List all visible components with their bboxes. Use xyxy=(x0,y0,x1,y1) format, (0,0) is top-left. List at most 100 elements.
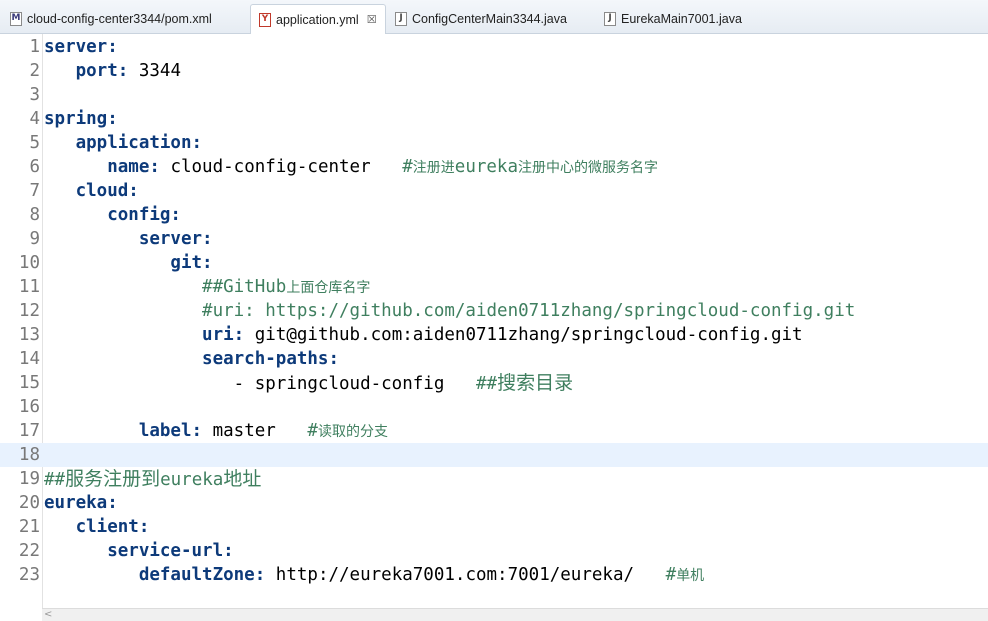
tab-eurekamain7001-java[interactable]: J EurekaMain7001.java xyxy=(596,5,776,32)
yaml-comment: #单机 xyxy=(665,565,705,585)
line-number: 5 xyxy=(29,133,40,153)
tab-configcentermain3344-java[interactable]: J ConfigCenterMain3344.java xyxy=(387,5,597,32)
yaml-key: client: xyxy=(44,517,150,537)
yaml-comment: ##搜索目录 xyxy=(475,372,574,394)
code-line[interactable]: 20 eureka: xyxy=(0,491,988,515)
line-number: 18 xyxy=(18,445,40,465)
line-number: 13 xyxy=(18,325,40,345)
yaml-key: name: xyxy=(44,157,160,177)
code-line[interactable]: 4 spring: xyxy=(0,107,988,131)
tab-application-yml[interactable]: Y application.yml ☒ xyxy=(250,4,386,34)
scroll-left-icon[interactable]: < xyxy=(44,609,52,620)
yaml-key: port: xyxy=(44,61,129,81)
code-text: git: xyxy=(44,251,212,275)
code-text: spring: xyxy=(44,107,118,131)
code-text: port: 3344 xyxy=(44,59,181,83)
yaml-key: service-url: xyxy=(44,541,234,561)
code-line[interactable]: 8 config: xyxy=(0,203,988,227)
code-text: cloud: xyxy=(44,179,139,203)
line-number: 15 xyxy=(18,373,40,393)
code-text: server: xyxy=(44,35,118,59)
yaml-key: server: xyxy=(44,37,118,57)
yaml-key: application: xyxy=(44,133,203,153)
line-number: 16 xyxy=(18,397,40,417)
yaml-key: label: xyxy=(44,421,203,441)
code-line[interactable]: 10 git: xyxy=(0,251,988,275)
yaml-comment: #注册进eureka注册中心的微服务名字 xyxy=(402,157,658,177)
line-number: 12 xyxy=(18,301,40,321)
code-line[interactable]: 21 client: xyxy=(0,515,988,539)
horizontal-scrollbar[interactable]: < xyxy=(42,608,988,621)
code-line[interactable]: 19 ##服务注册到eureka地址 xyxy=(0,467,988,491)
editor-tab-bar: M cloud-config-center3344/pom.xml Y appl… xyxy=(0,0,988,34)
java-file-icon: J xyxy=(604,11,616,26)
maven-file-icon: M xyxy=(10,11,22,26)
code-editor[interactable]: 1 server: 2 port: 3344 3 4 spring: 5 applicati… xyxy=(0,34,988,608)
line-number: 14 xyxy=(18,349,40,369)
code-line[interactable]: 14 search-paths: xyxy=(0,347,988,371)
code-text: server: xyxy=(44,227,213,251)
tab-label: application.yml xyxy=(276,12,359,27)
tab-label: EurekaMain7001.java xyxy=(621,11,742,26)
code-line[interactable]: 2 port: 3344 xyxy=(0,59,988,83)
yaml-key: uri: xyxy=(44,325,245,345)
code-line[interactable]: 11 ##GitHub上面仓库名字 xyxy=(0,275,988,299)
code-line[interactable]: 13 uri: git@github.com:aiden0711zhang/sp… xyxy=(0,323,988,347)
code-line[interactable]: 6 name: cloud-config-center #注册进eureka注册… xyxy=(0,155,988,179)
line-number: 4 xyxy=(29,109,40,129)
yaml-key: spring: xyxy=(44,109,118,129)
line-number: 21 xyxy=(18,517,40,537)
code-text: application: xyxy=(44,131,202,155)
tab-label: cloud-config-center3344/pom.xml xyxy=(27,11,212,26)
gutter-corner xyxy=(0,608,42,621)
code-text: - springcloud-config ##搜索目录 xyxy=(44,371,573,396)
code-line[interactable]: 3 xyxy=(0,83,988,107)
yaml-key: defaultZone: xyxy=(44,565,266,585)
code-line[interactable]: 5 application: xyxy=(0,131,988,155)
line-number: 10 xyxy=(18,253,40,273)
line-number: 6 xyxy=(29,157,40,177)
yaml-comment: ##GitHub上面仓库名字 xyxy=(44,277,371,297)
code-line[interactable]: 17 label: master #读取的分支 xyxy=(0,419,988,443)
line-number: 19 xyxy=(18,469,40,489)
code-text: client: xyxy=(44,515,150,539)
code-text: config: xyxy=(44,203,181,227)
yaml-comment: ##服务注册到eureka地址 xyxy=(44,468,262,490)
code-line[interactable]: 22 service-url: xyxy=(0,539,988,563)
tab-pom-xml[interactable]: M cloud-config-center3344/pom.xml xyxy=(2,5,250,32)
yaml-value: http://eureka7001.com:7001/eureka/ xyxy=(265,565,635,585)
code-line[interactable]: 9 server: xyxy=(0,227,988,251)
code-line[interactable]: 18 xyxy=(0,443,988,467)
line-number: 2 xyxy=(29,61,40,81)
line-number: 22 xyxy=(18,541,40,561)
java-file-icon: J xyxy=(395,11,407,26)
code-line[interactable]: 1 server: xyxy=(0,35,988,59)
yaml-file-icon: Y xyxy=(259,12,271,27)
line-number: 8 xyxy=(29,205,40,225)
line-number: 7 xyxy=(29,181,40,201)
code-line[interactable]: 23 defaultZone: http://eureka7001.com:70… xyxy=(0,563,988,587)
yaml-comment: #读取的分支 xyxy=(307,421,388,441)
yaml-value: - springcloud-config xyxy=(44,374,445,394)
yaml-value: 3344 xyxy=(128,61,181,81)
code-text: #uri: https://github.com/aiden0711zhang/… xyxy=(44,299,855,323)
close-icon[interactable]: ☒ xyxy=(367,13,377,26)
yaml-key: search-paths: xyxy=(44,349,340,369)
line-number: 17 xyxy=(18,421,40,441)
yaml-value: cloud-config-center xyxy=(159,157,371,177)
code-text: ##GitHub上面仓库名字 xyxy=(44,275,370,300)
code-line[interactable]: 15 - springcloud-config ##搜索目录 xyxy=(0,371,988,395)
comment-gap xyxy=(634,565,666,585)
code-line[interactable]: 12 #uri: https://github.com/aiden0711zha… xyxy=(0,299,988,323)
yaml-value: git@github.com:aiden0711zhang/springclou… xyxy=(244,325,803,345)
tab-label: ConfigCenterMain3344.java xyxy=(412,11,567,26)
code-line[interactable]: 16 xyxy=(0,395,988,419)
code-line[interactable]: 7 cloud: xyxy=(0,179,988,203)
yaml-key: eureka: xyxy=(44,493,118,513)
line-number: 9 xyxy=(29,229,40,249)
yaml-key: config: xyxy=(44,205,181,225)
line-number: 20 xyxy=(18,493,40,513)
yaml-comment: #uri: https://github.com/aiden0711zhang/… xyxy=(44,301,856,321)
code-text: name: cloud-config-center #注册进eureka注册中心… xyxy=(44,155,658,180)
line-number: 1 xyxy=(29,37,40,57)
